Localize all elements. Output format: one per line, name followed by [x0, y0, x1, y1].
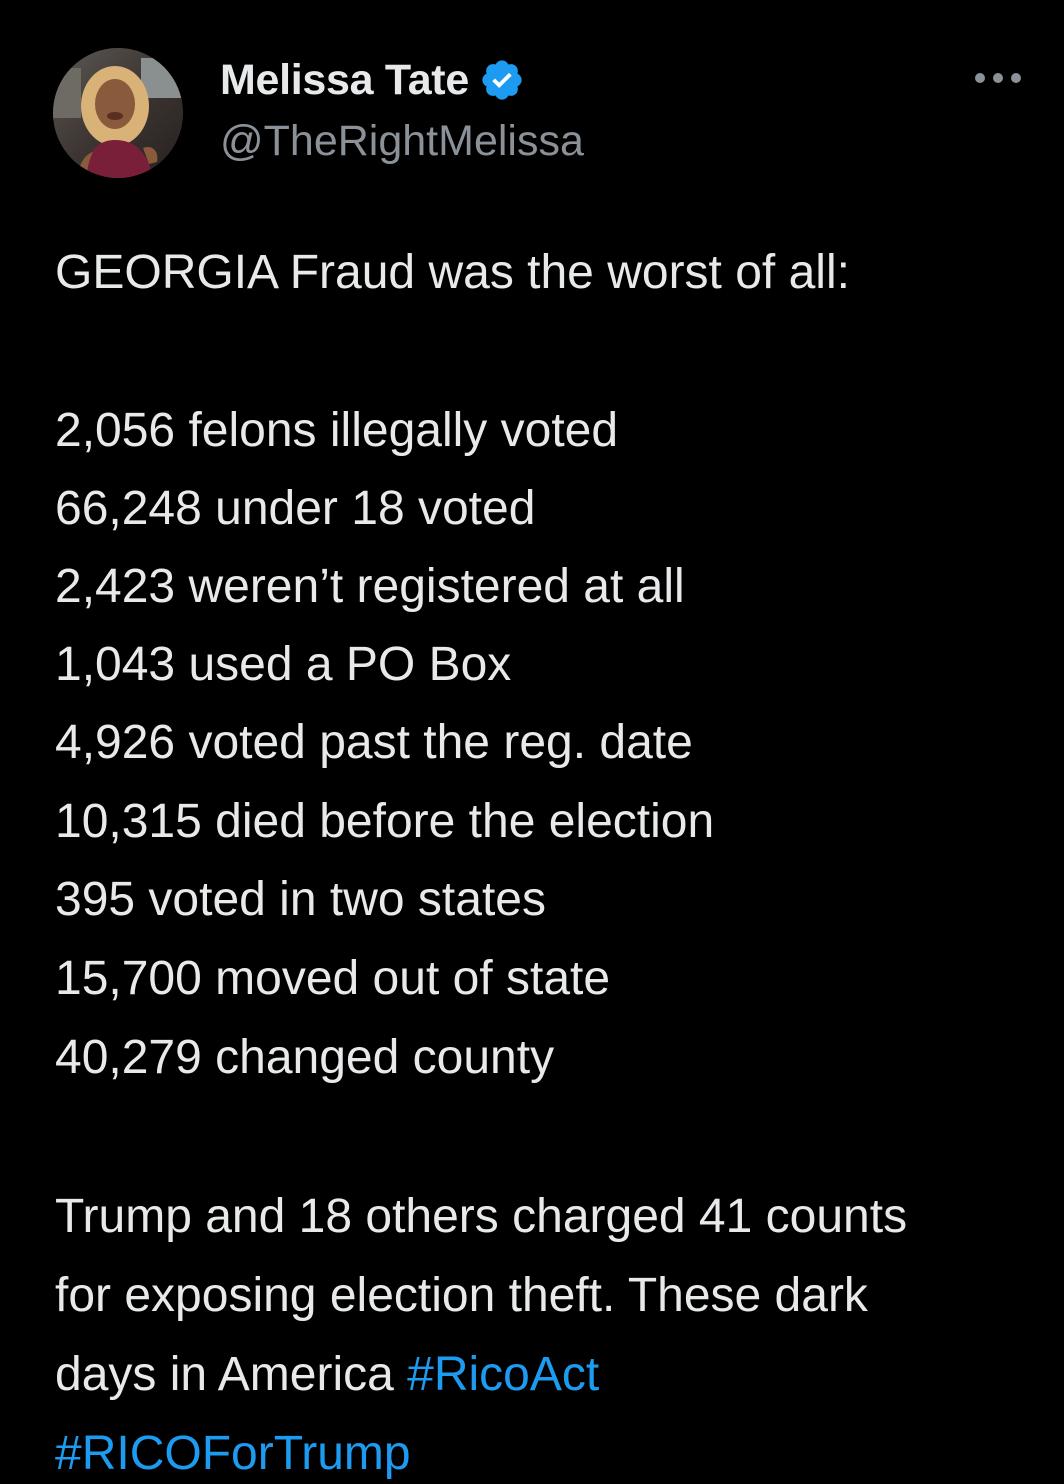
stat-line: 4,926 voted past the reg. date	[55, 716, 693, 769]
display-name[interactable]: Melissa Tate	[220, 56, 469, 105]
closing-line: Trump and 18 others charged 41 counts	[55, 1190, 908, 1243]
tweet-intro: GEORGIA Fraud was the worst of all:	[55, 246, 850, 299]
stat-line: 15,700 moved out of state	[55, 952, 611, 1005]
more-options-icon	[975, 73, 1021, 83]
hashtag-link[interactable]: #RicoAct	[407, 1348, 599, 1401]
hashtag-line: #RICOForTrump	[55, 1424, 411, 1484]
author-name-row: Melissa Tate	[220, 52, 525, 108]
stat-line: 40,279 changed county	[55, 1031, 555, 1084]
more-options-button[interactable]	[968, 60, 1028, 96]
verified-badge-icon[interactable]	[479, 57, 525, 103]
closing-line-text: days in America	[55, 1348, 408, 1401]
profile-photo-icon	[53, 48, 183, 178]
closing-line: for exposing election theft. These dark	[55, 1269, 868, 1322]
stat-line: 66,248 under 18 voted	[55, 482, 536, 535]
stat-line: 10,315 died before the election	[55, 795, 715, 848]
avatar[interactable]	[53, 48, 183, 178]
user-handle[interactable]: @TheRightMelissa	[220, 117, 584, 166]
closing-line-with-hashtag: days in America #RicoAct	[55, 1345, 599, 1405]
stat-line: 2,423 weren’t registered at all	[55, 560, 685, 613]
stat-line: 2,056 felons illegally voted	[55, 404, 619, 457]
tweet-header: Melissa Tate @TheRightMelissa	[0, 0, 1064, 200]
hashtag-link[interactable]: #RICOForTrump	[55, 1427, 411, 1480]
stat-line: 1,043 used a PO Box	[55, 638, 512, 691]
stat-line: 395 voted in two states	[55, 873, 546, 926]
